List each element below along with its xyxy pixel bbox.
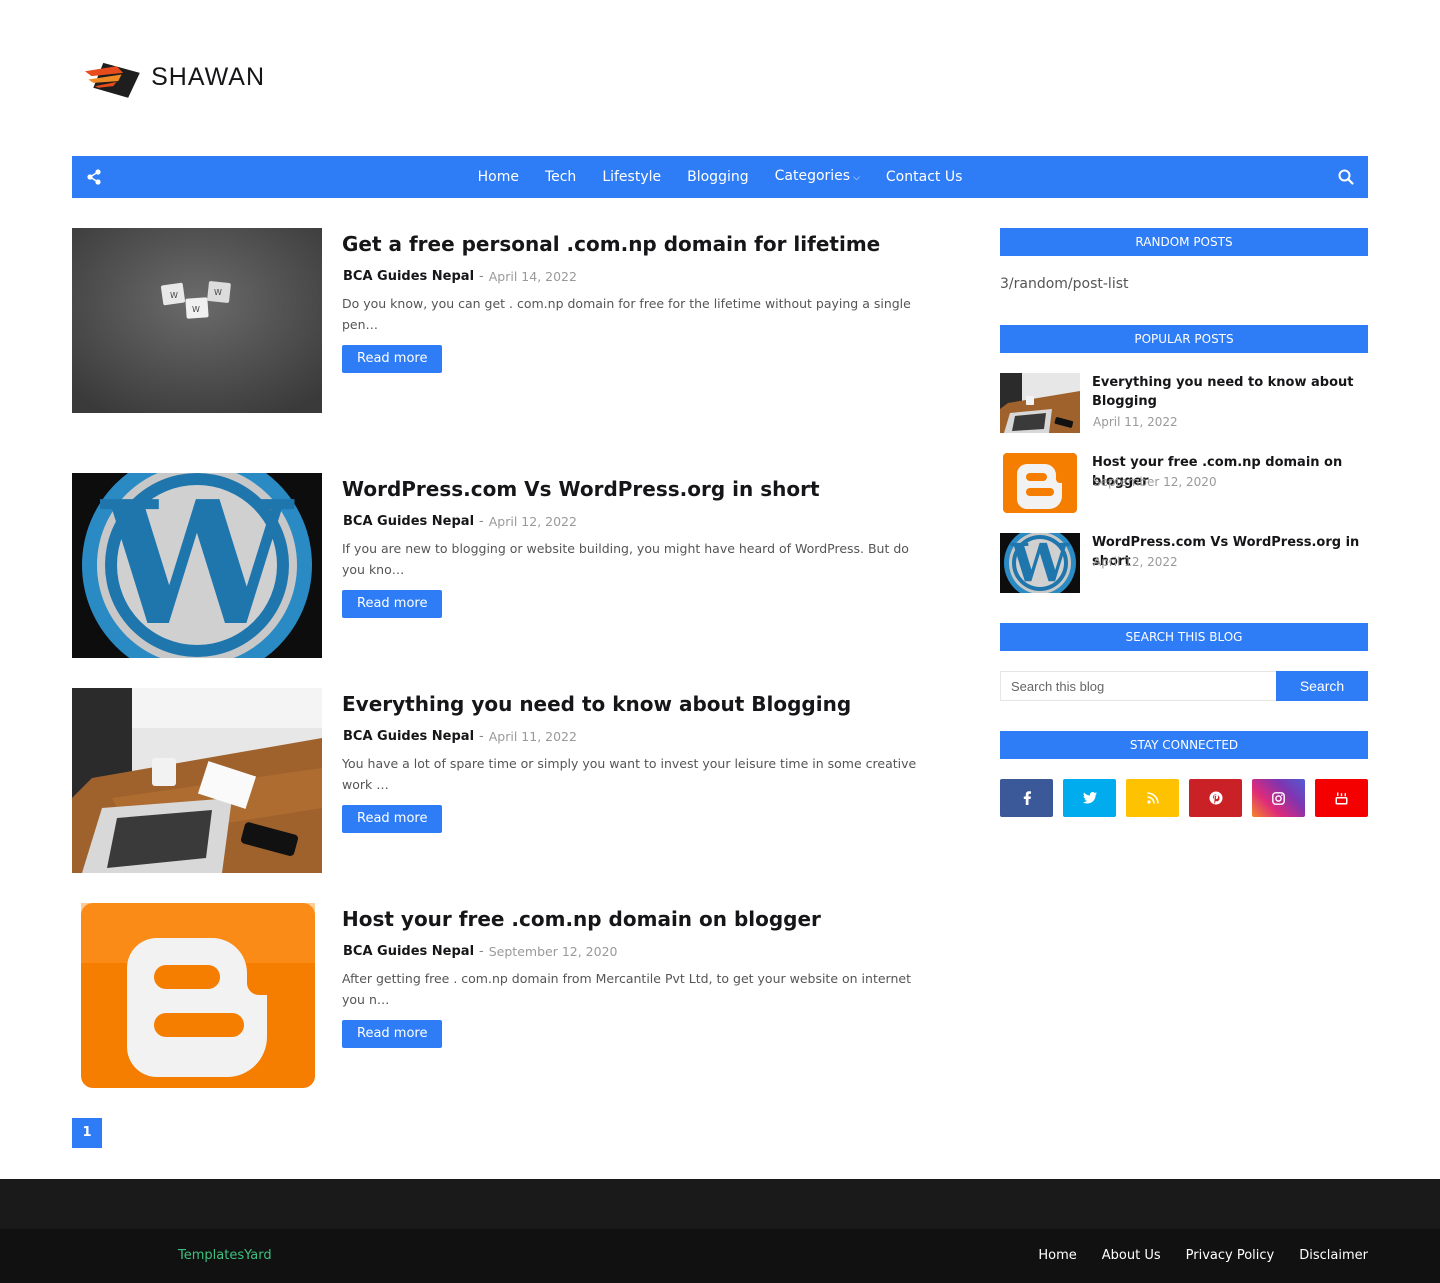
footer-top-band [0,1179,1440,1229]
widget-title-random-posts: Random Posts [1000,228,1368,256]
widget-title-search: Search This Blog [1000,623,1368,651]
logo-text: SHAWAN [151,62,265,91]
post-date: April 14, 2022 [488,269,577,284]
read-more-button[interactable]: Read more [342,1020,443,1048]
nav-item-categories-label: Categories [774,168,851,184]
pinterest-icon [1209,791,1222,805]
popular-post-item: W WordPress.com Vs WordPress.org in shor… [1000,533,1368,593]
footer-bottom-bar: TemplatesYard Home About Us Privacy Poli… [0,1229,1440,1283]
post-date: April 11, 2022 [488,729,577,744]
pagination-current-page[interactable]: 1 [72,1118,102,1148]
post-author[interactable]: BCA Guides Nepal [343,514,474,529]
nav-item-categories[interactable]: Categories ⌵ [762,155,873,199]
popular-post-thumbnail[interactable] [1000,373,1080,433]
nav-item-tech[interactable]: Tech [532,156,589,198]
post-thumbnail[interactable]: W [72,473,322,658]
svg-text:W: W [214,288,222,297]
post-body: Get a free personal .com.np domain for l… [342,228,922,373]
post-body: Host your free .com.np domain on blogger… [342,903,922,1048]
meta-separator: - [479,944,484,959]
social-pinterest-button[interactable] [1189,779,1242,817]
chevron-down-icon: ⌵ [853,173,860,183]
nav-item-contact[interactable]: Contact Us [873,156,975,198]
search-icon[interactable] [1338,168,1354,186]
post-item: W W W Get a free personal .com.np domain… [72,228,922,413]
search-button[interactable]: Search [1276,671,1368,701]
post-author[interactable]: BCA Guides Nepal [343,269,474,284]
read-more-button[interactable]: Read more [342,590,443,618]
read-more-button[interactable]: Read more [342,805,443,833]
footer-link-about[interactable]: About Us [1102,1248,1161,1263]
post-thumbnail[interactable]: W W W [72,228,322,413]
main-navbar: Home Tech Lifestyle Blogging Categories ⌵… [72,156,1368,198]
svg-text:W: W [170,291,178,300]
meta-separator: - [479,269,484,284]
post-date: September 12, 2020 [488,944,618,959]
social-twitter-button[interactable] [1063,779,1116,817]
meta-separator: - [479,514,484,529]
post-author[interactable]: BCA Guides Nepal [343,729,474,744]
search-input[interactable] [1000,671,1276,701]
footer-link-privacy[interactable]: Privacy Policy [1186,1248,1275,1263]
post-thumbnail[interactable] [72,688,322,873]
post-snippet: After getting free . com.np domain from … [342,971,911,1007]
svg-text:W: W [192,305,200,314]
post-meta: BCA Guides Nepal - September 12, 2020 [342,944,922,959]
social-facebook-button[interactable] [1000,779,1053,817]
nav-item-home[interactable]: Home [465,156,532,198]
widget-title-stay-connected: Stay Connected [1000,731,1368,759]
random-posts-placeholder: 3/random/post-list [1000,276,1129,292]
popular-post-date: April 11, 2022 [1093,415,1178,429]
post-thumbnail[interactable] [72,903,322,1088]
post-date: April 12, 2022 [488,514,577,529]
post-item: W WordPress.com Vs WordPress.org in shor… [72,473,922,658]
svg-text:W: W [100,473,295,658]
nav-item-blogging[interactable]: Blogging [674,156,761,198]
post-body: Everything you need to know about Bloggi… [342,688,922,833]
rss-icon [1146,792,1159,804]
post-snippet: You have a lot of spare time or simply y… [342,756,917,792]
social-rss-button[interactable] [1126,779,1179,817]
post-meta: BCA Guides Nepal - April 11, 2022 [342,729,922,744]
footer-link-disclaimer[interactable]: Disclaimer [1299,1248,1368,1263]
logo-mark-icon [85,62,140,98]
nav-menu: Home Tech Lifestyle Blogging Categories ⌵… [72,156,1368,198]
post-snippet: Do you know, you can get . com.np domain… [342,296,911,332]
facebook-icon [1023,791,1031,805]
post-snippet: If you are new to blogging or website bu… [342,541,909,577]
post-meta: BCA Guides Nepal - April 12, 2022 [342,514,922,529]
popular-post-thumbnail[interactable]: W [1000,533,1080,593]
site-logo[interactable]: SHAWAN [85,50,265,104]
post-title[interactable]: WordPress.com Vs WordPress.org in short [342,476,922,502]
popular-post-item: Host your free .com.np domain on blogger… [1000,453,1368,513]
post-title[interactable]: Get a free personal .com.np domain for l… [342,231,922,257]
popular-post-date: September 12, 2020 [1093,475,1217,489]
svg-text:W: W [1010,533,1071,593]
popular-post-item: Everything you need to know about Bloggi… [1000,373,1368,433]
widget-title-popular-posts: Popular Posts [1000,325,1368,353]
post-title[interactable]: Everything you need to know about Bloggi… [342,691,922,717]
footer-links: Home About Us Privacy Policy Disclaimer [1038,1248,1368,1263]
post-meta: BCA Guides Nepal - April 14, 2022 [342,269,922,284]
post-title[interactable]: Host your free .com.np domain on blogger [342,906,922,932]
footer-credit-link[interactable]: TemplatesYard [178,1248,272,1263]
post-body: WordPress.com Vs WordPress.org in short … [342,473,922,618]
post-author[interactable]: BCA Guides Nepal [343,944,474,959]
footer-link-home[interactable]: Home [1038,1248,1076,1263]
post-item: Host your free .com.np domain on blogger… [72,903,922,1088]
read-more-button[interactable]: Read more [342,345,443,373]
social-youtube-button[interactable] [1315,779,1368,817]
social-instagram-button[interactable] [1252,779,1305,817]
popular-post-date: April 12, 2022 [1093,555,1178,569]
popular-post-title[interactable]: Everything you need to know about Bloggi… [1092,373,1368,411]
meta-separator: - [479,729,484,744]
instagram-icon [1272,791,1285,805]
popular-post-thumbnail[interactable] [1000,453,1080,513]
post-item: Everything you need to know about Bloggi… [72,688,922,873]
nav-item-lifestyle[interactable]: Lifestyle [589,156,674,198]
youtube-icon [1335,792,1348,804]
twitter-icon [1082,792,1097,804]
